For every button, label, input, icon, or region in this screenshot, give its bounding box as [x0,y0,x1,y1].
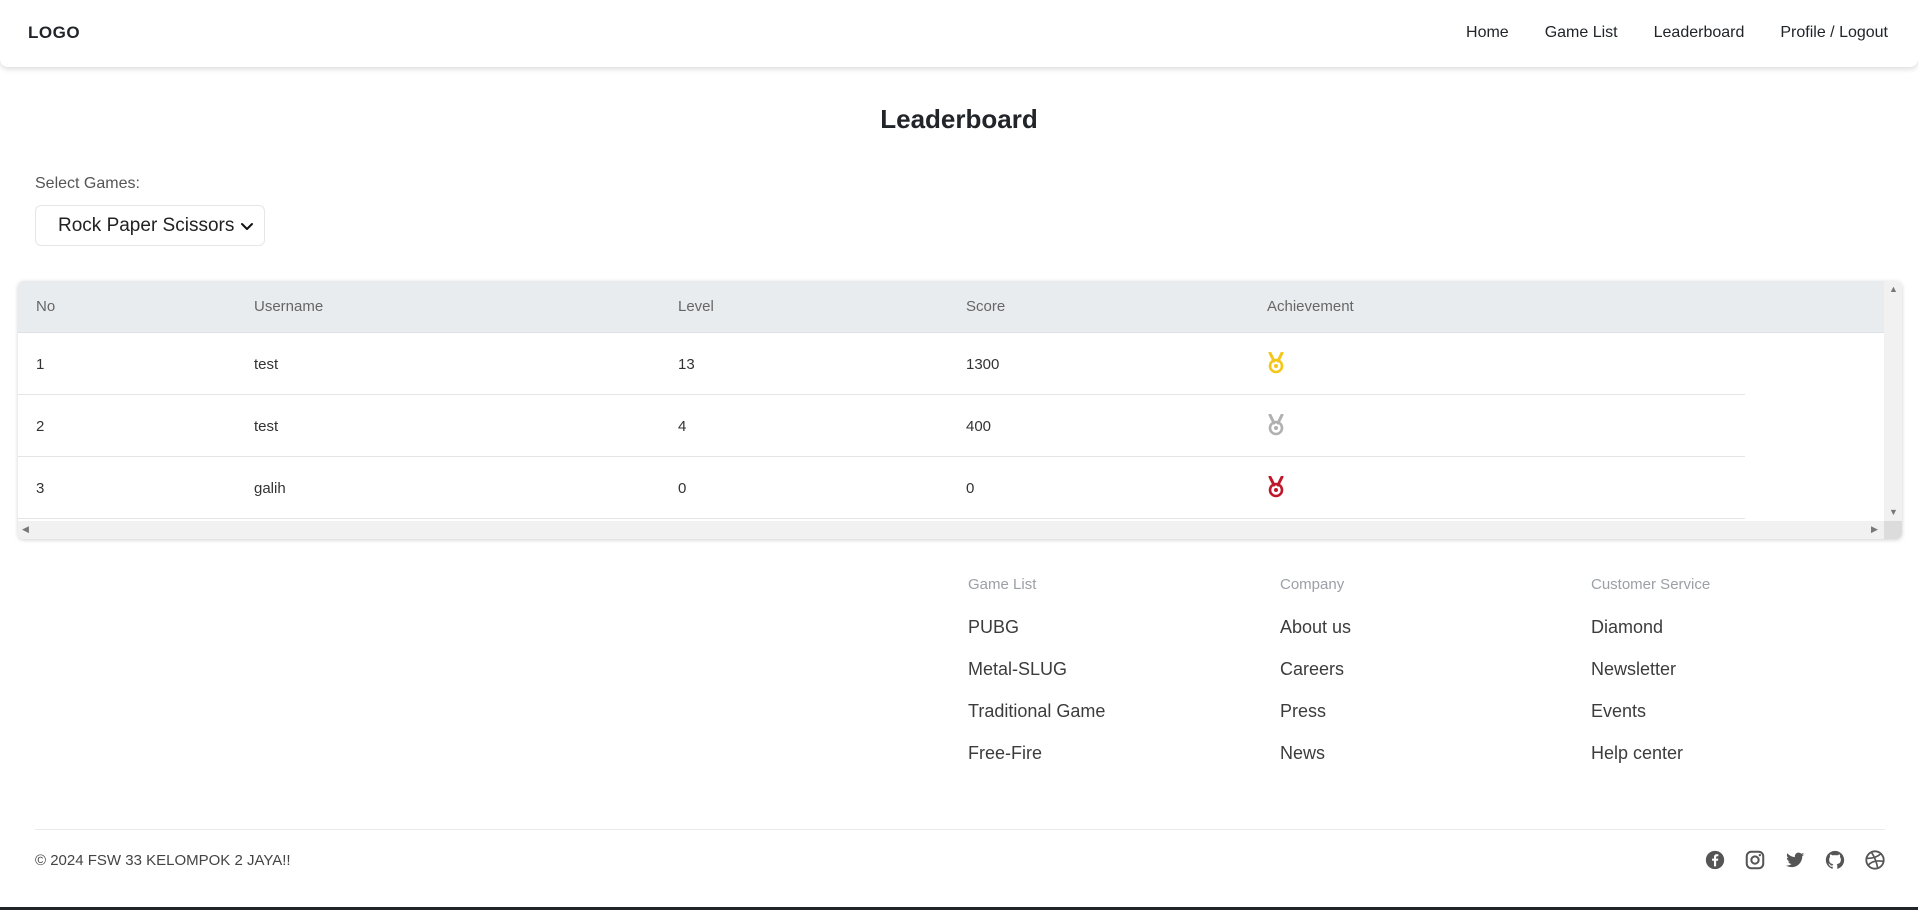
navbar: LOGO Home Game List Leaderboard Profile … [0,0,1918,67]
scrollbar-corner [1884,521,1902,539]
cell-no: 3 [36,480,45,497]
footer-link-help-center[interactable]: Help center [1591,743,1710,785]
table-header: No Username Level Score Achievement [18,281,1884,333]
footer-link-press[interactable]: Press [1280,701,1351,743]
footer-link-newsletter[interactable]: Newsletter [1591,659,1710,701]
cell-level: 0 [678,480,687,497]
game-select-value: Rock Paper Scissors [58,214,235,236]
scroll-down-arrow-icon[interactable]: ▼ [1889,508,1898,517]
instagram-icon[interactable] [1744,849,1766,871]
copyright: © 2024 FSW 33 KELOMPOK 2 JAYA!! [35,852,291,869]
header-achievement: Achievement [1267,298,1354,315]
footer-link-about-us[interactable]: About us [1280,617,1351,659]
footer-column-company: Company About us Careers Press News [1280,576,1351,785]
gold-medal-icon [1268,352,1284,374]
social-links [1704,849,1904,871]
dribbble-icon[interactable] [1864,849,1886,871]
logo[interactable]: LOGO [28,23,80,43]
leaderboard-table: No Username Level Score Achievement 1 te… [18,281,1902,539]
footer-heading: Game List [968,576,1037,593]
footer-link-diamond[interactable]: Diamond [1591,617,1710,659]
bronze-medal-icon [1268,476,1284,498]
scroll-right-arrow-icon[interactable]: ▶ [1871,525,1878,534]
header-no: No [36,298,56,315]
table-row: 2 test 4 400 [18,395,1745,457]
game-select[interactable]: Rock Paper Scissors [35,205,265,246]
footer-link-pubg[interactable]: PUBG [968,617,1105,659]
twitter-icon[interactable] [1784,849,1806,871]
nav-link-home[interactable]: Home [1466,24,1509,42]
cell-score: 1300 [966,356,1000,373]
scroll-up-arrow-icon[interactable]: ▲ [1889,285,1898,294]
table-row: 3 galih 0 0 [18,457,1745,519]
cell-no: 2 [36,418,45,435]
cell-level: 4 [678,418,687,435]
scroll-left-arrow-icon[interactable]: ◀ [22,525,29,534]
footer-link-news[interactable]: News [1280,743,1351,785]
page-title: Leaderboard [880,104,1038,134]
nav-link-leaderboard[interactable]: Leaderboard [1654,24,1745,42]
github-icon[interactable] [1824,849,1846,871]
cell-username: galih [254,480,286,497]
footer-divider [35,829,1885,830]
facebook-icon[interactable] [1704,849,1726,871]
cell-username: test [254,418,279,435]
footer-link-traditional-game[interactable]: Traditional Game [968,701,1105,743]
header-score: Score [966,298,1006,315]
footer-link-events[interactable]: Events [1591,701,1710,743]
footer-link-careers[interactable]: Careers [1280,659,1351,701]
footer-link-free-fire[interactable]: Free-Fire [968,743,1105,785]
nav-links: Home Game List Leaderboard Profile / Log… [1430,24,1888,42]
footer-column-customer-service: Customer Service Diamond Newsletter Even… [1591,576,1710,785]
header-username: Username [254,298,324,315]
chevron-down-icon [241,223,253,230]
table-row: 1 test 13 1300 [18,333,1745,395]
footer-heading: Customer Service [1591,576,1711,593]
nav-link-game-list[interactable]: Game List [1545,24,1618,42]
cell-score: 400 [966,418,992,435]
footer-heading: Company [1280,576,1345,593]
nav-link-profile-logout[interactable]: Profile / Logout [1780,24,1888,42]
horizontal-scrollbar[interactable]: ◀ ▶ [18,521,1884,539]
footer-column-game-list: Game List PUBG Metal-SLUG Traditional Ga… [968,576,1105,785]
select-games-label: Select Games: [35,175,140,192]
cell-no: 1 [36,356,45,373]
footer-link-metal-slug[interactable]: Metal-SLUG [968,659,1105,701]
cell-username: test [254,356,279,373]
vertical-scrollbar[interactable]: ▲ ▼ [1884,281,1902,521]
silver-medal-icon [1268,414,1284,436]
cell-level: 13 [678,356,695,373]
cell-score: 0 [966,480,975,497]
header-level: Level [678,298,714,315]
